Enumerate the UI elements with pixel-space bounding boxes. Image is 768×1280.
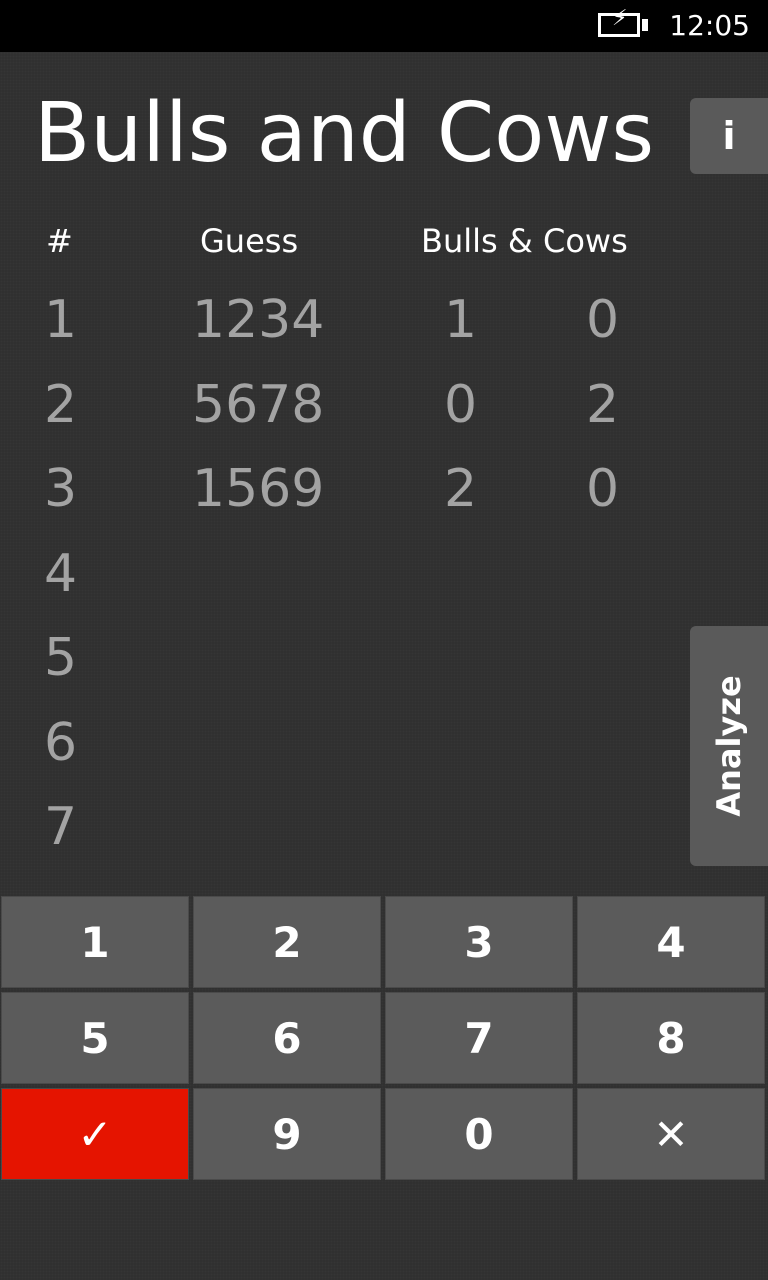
column-header-number: # [46,222,73,260]
key-3[interactable]: 3 [385,896,573,988]
analyze-button[interactable]: Analyze [690,626,768,866]
table-row: 1 1234 1 0 [0,278,690,363]
app-screen: Bulls and Cows i # Guess Bulls & Cows 1 … [0,52,768,1280]
row-cows: 2 [586,374,620,435]
row-bulls: 0 [444,374,478,435]
row-cows: 0 [586,459,620,519]
row-number: 1 [44,290,78,350]
row-guess: 5678 [192,374,325,435]
row-number: 2 [44,374,78,435]
table-row: 5 [0,616,690,701]
key-8[interactable]: 8 [577,992,765,1084]
keypad: 1 2 3 4 5 6 7 8 ✓ 9 0 ✕ [0,896,768,1184]
key-7[interactable]: 7 [385,992,573,1084]
key-1[interactable]: 1 [1,896,189,988]
column-header-bulls-cows: Bulls & Cows [421,222,628,260]
guess-table: 1 1234 1 0 2 5678 0 2 3 1569 2 0 4 5 6 7 [0,278,690,870]
row-guess: 1569 [192,459,325,519]
row-number: 3 [44,459,78,519]
confirm-check-icon[interactable]: ✓ [1,1088,189,1180]
key-9[interactable]: 9 [193,1088,381,1180]
key-5[interactable]: 5 [1,992,189,1084]
row-number: 7 [44,797,78,857]
table-row: 2 5678 0 2 [0,363,690,448]
key-6[interactable]: 6 [193,992,381,1084]
row-number: 6 [44,712,78,773]
column-header-guess: Guess [200,222,299,260]
row-guess: 1234 [192,290,325,350]
table-row: 7 [0,785,690,870]
battery-tip [642,19,648,31]
table-row: 6 [0,701,690,786]
clock: 12:05 [669,9,750,42]
row-cows: 0 [586,290,620,350]
page-title: Bulls and Cows [34,86,655,181]
delete-x-icon[interactable]: ✕ [577,1088,765,1180]
key-0[interactable]: 0 [385,1088,573,1180]
row-number: 5 [44,628,78,688]
key-2[interactable]: 2 [193,896,381,988]
info-button[interactable]: i [690,98,768,174]
status-bar: ⚡ 12:05 [0,0,768,52]
plug-icon: ⚡ [612,6,628,31]
key-4[interactable]: 4 [577,896,765,988]
row-bulls: 1 [444,290,478,350]
row-number: 4 [44,543,78,604]
table-row: 4 [0,532,690,617]
analyze-button-label: Analyze [710,675,748,817]
table-row: 3 1569 2 0 [0,447,690,532]
row-bulls: 2 [444,459,478,519]
